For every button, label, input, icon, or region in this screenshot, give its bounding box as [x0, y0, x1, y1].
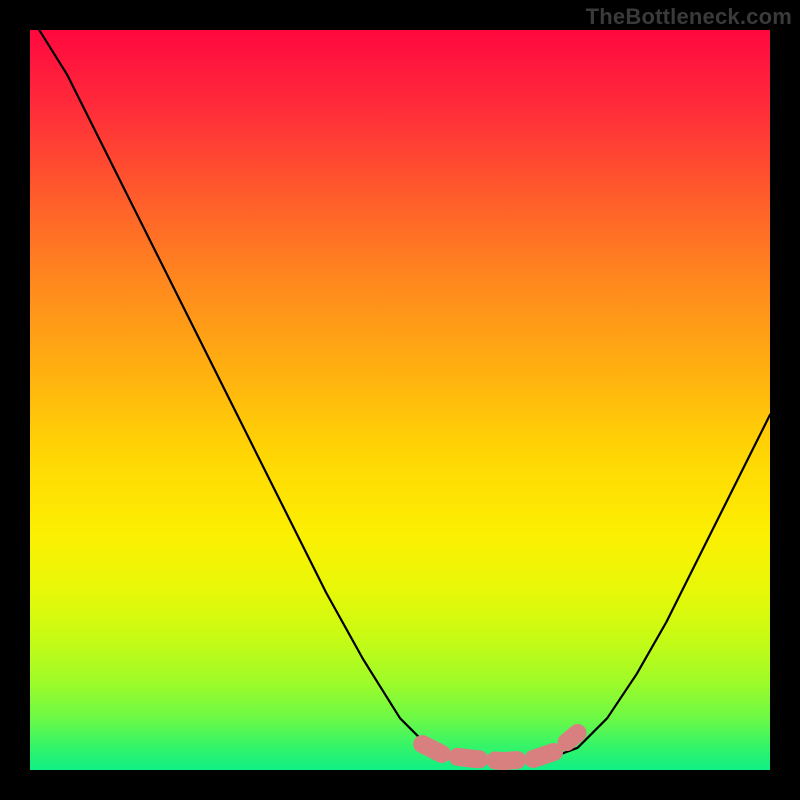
plot-area [30, 30, 770, 770]
bottleneck-curve [30, 30, 770, 763]
chart-frame: TheBottleneck.com [0, 0, 800, 800]
watermark-text: TheBottleneck.com [586, 4, 792, 30]
flat-marker-band [422, 733, 577, 761]
curve-layer [30, 30, 770, 770]
